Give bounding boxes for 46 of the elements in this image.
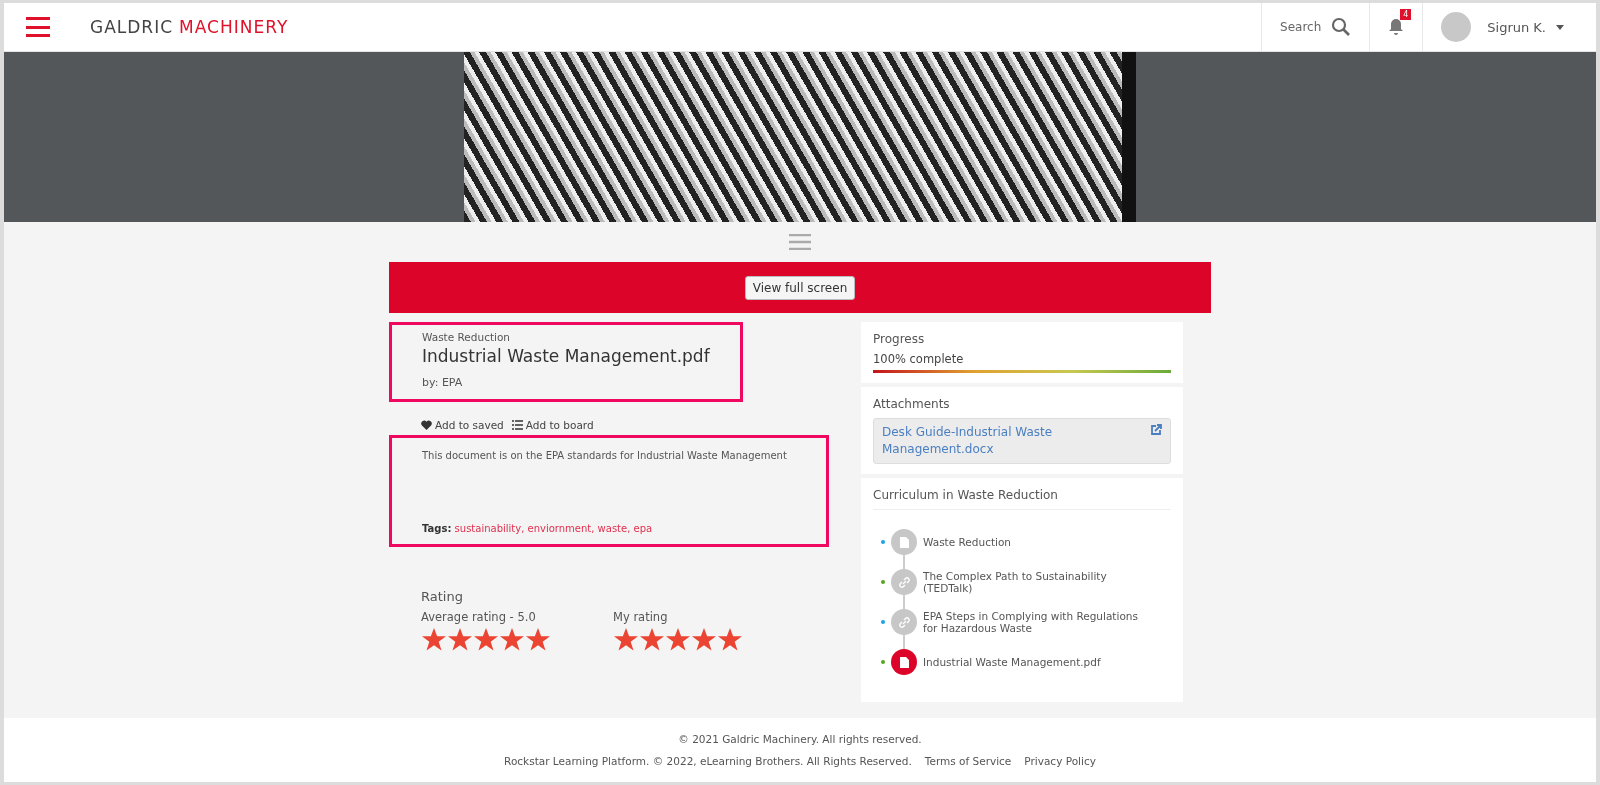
footer-link[interactable]: Privacy Policy xyxy=(1024,755,1096,767)
list-icon xyxy=(511,420,523,430)
star-icon xyxy=(421,628,447,652)
menu-button[interactable] xyxy=(26,17,50,37)
action-link[interactable]: Add to board xyxy=(511,419,594,431)
star-icon xyxy=(639,628,665,652)
platform-text: Rockstar Learning Platform. © 2022, eLearning Brothers. All Rights Reserved. xyxy=(504,755,912,767)
document-title: Industrial Waste Management.pdf xyxy=(422,346,711,366)
star-icon xyxy=(665,628,691,652)
star-icon xyxy=(717,628,743,652)
action-link[interactable]: Add to saved xyxy=(421,419,504,431)
curriculum-item[interactable]: The Complex Path to Sustainability (TEDTalk) xyxy=(923,570,1153,594)
description: This document is on the EPA standards for Industrial Waste Management xyxy=(422,450,788,461)
star-icon xyxy=(691,628,717,652)
attachment-link[interactable]: Desk Guide-Industrial Waste Management.docx xyxy=(873,418,1171,464)
search-icon[interactable] xyxy=(1331,17,1352,37)
progress-reading: 100% complete xyxy=(873,352,965,366)
star-icon xyxy=(473,628,499,652)
notification-badge: 4 xyxy=(1400,9,1412,20)
caret-icon xyxy=(1556,24,1564,30)
user-menu[interactable]: Sigrun K. xyxy=(1481,18,1570,36)
star-icon xyxy=(525,628,551,652)
card-title: Attachments xyxy=(873,397,951,411)
curriculum-item[interactable]: Waste Reduction xyxy=(923,536,1153,548)
card-title: Curriculum in Waste Reduction xyxy=(873,488,1171,510)
rating-label: Average rating - 5.0 xyxy=(421,610,537,624)
curriculum-item[interactable]: Industrial Waste Management.pdf xyxy=(923,656,1153,668)
bell-icon[interactable] xyxy=(1388,18,1405,36)
avatar xyxy=(1441,12,1472,42)
star-icon xyxy=(499,628,525,652)
copyright-text: © 2021 Galdric Machinery. All rights reserved. xyxy=(678,733,922,745)
tags-line: Tags: sustainability, enviornment, waste, epa xyxy=(422,523,654,534)
card-title: Progress xyxy=(873,332,926,346)
heart-icon xyxy=(421,420,432,430)
curriculum-item[interactable]: EPA Steps in Complying with Regulations for Hazardous Waste xyxy=(923,610,1153,634)
footer-link[interactable]: Terms of Service xyxy=(924,755,1012,767)
rating-title: Rating xyxy=(421,589,464,604)
logo: GALDRIC MACHINERY xyxy=(90,17,289,37)
star-icon xyxy=(613,628,639,652)
rating-label: My rating xyxy=(613,610,669,624)
author-label: by: EPA xyxy=(422,376,464,389)
external-link-icon xyxy=(1150,424,1162,436)
star-icon xyxy=(447,628,473,652)
search-label: Search xyxy=(1280,20,1322,34)
category-label: Waste Reduction xyxy=(422,331,512,343)
full-screen-button[interactable]: View full screen xyxy=(744,275,856,300)
